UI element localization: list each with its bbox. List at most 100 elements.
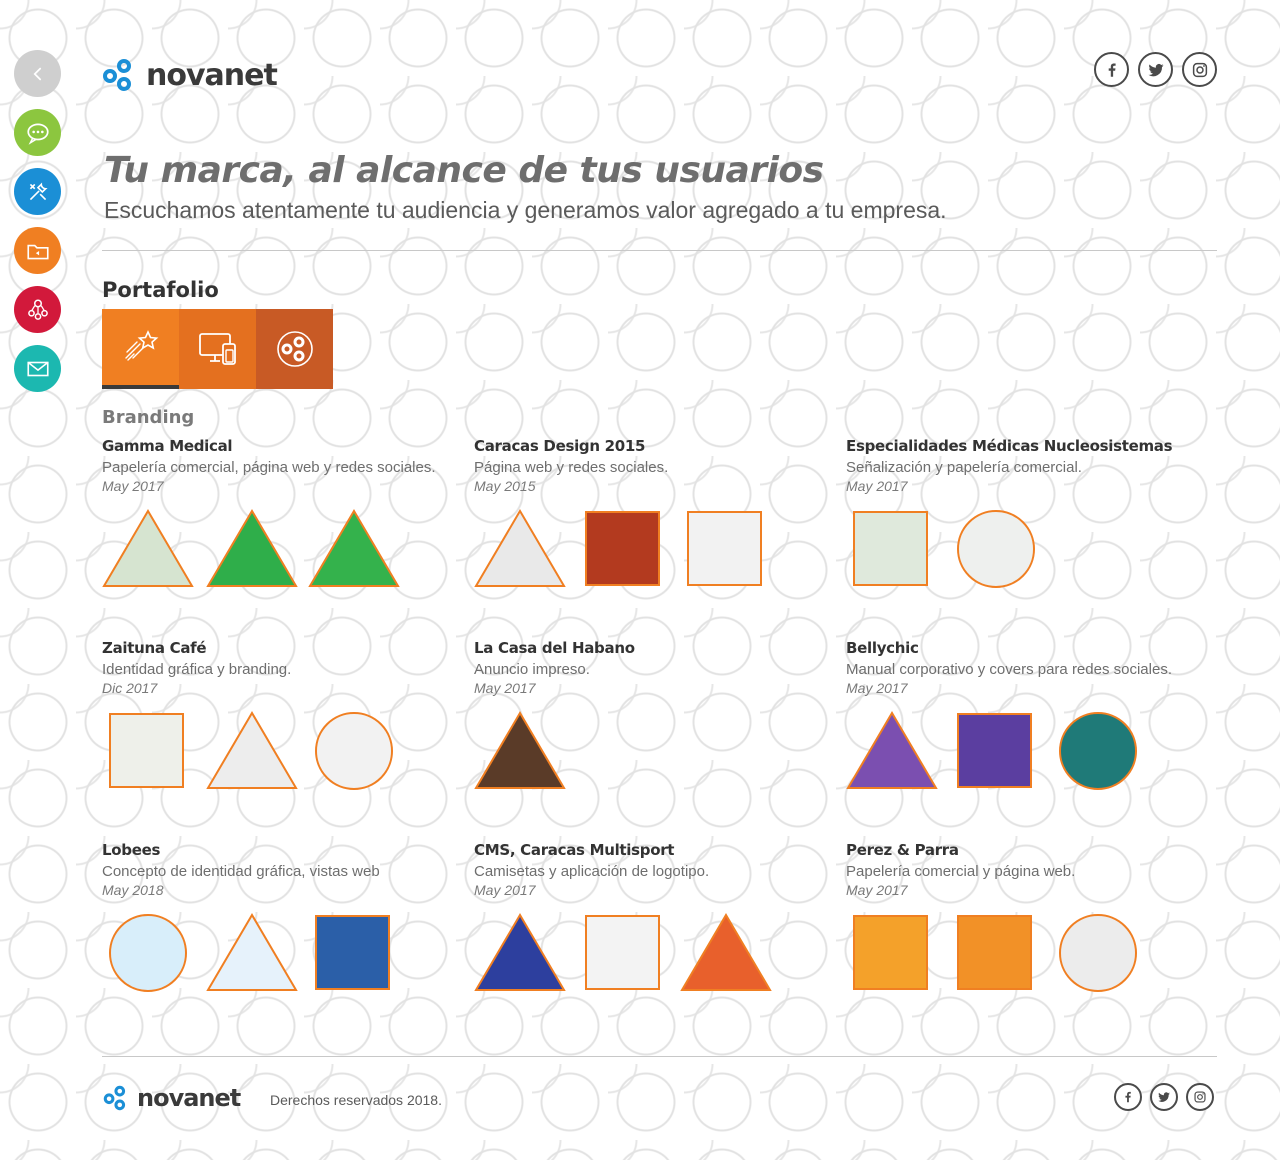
devices-icon (198, 333, 236, 365)
project-thumbnail[interactable] (950, 509, 1042, 589)
project-card: Gamma Medical Papelería comercial, página… (102, 437, 462, 587)
logo-text: novanet (146, 57, 278, 93)
project-thumbnail[interactable] (578, 509, 670, 589)
portfolio-button[interactable] (14, 227, 61, 274)
footer-instagram-button[interactable] (1186, 1083, 1214, 1111)
tab-branding[interactable] (102, 309, 179, 389)
project-date: May 2017 (102, 478, 164, 494)
project-thumbnail[interactable] (102, 913, 194, 993)
logo[interactable]: novanet (102, 54, 278, 96)
portfolio-tabs (102, 309, 333, 389)
project-thumbnail[interactable] (102, 711, 194, 791)
project-thumbnail[interactable] (206, 509, 298, 589)
project-description: Manual corporativo y covers para redes s… (846, 661, 1172, 678)
project-thumbnail[interactable] (308, 913, 400, 993)
social-links (1094, 52, 1217, 87)
project-description: Identidad gráfica y branding. (102, 661, 292, 678)
project-description: Señalización y papelería comercial. (846, 459, 1082, 476)
project-title[interactable]: La Casa del Habano (474, 639, 834, 657)
project-card: CMS, Caracas Multisport Camisetas y aplic… (474, 841, 834, 991)
tab-web[interactable] (179, 309, 256, 389)
project-title[interactable]: CMS, Caracas Multisport (474, 841, 834, 859)
chevron-left-icon (33, 67, 41, 80)
twitter-button[interactable] (1138, 52, 1173, 87)
project-thumbnail[interactable] (950, 913, 1042, 993)
project-description: Camisetas y aplicación de logotipo. (474, 863, 710, 880)
project-card: Zaituna Café Identidad gráfica y branding… (102, 639, 462, 790)
project-card: La Casa del Habano Anuncio impreso. May 20… (474, 639, 834, 789)
project-date: May 2018 (102, 882, 164, 898)
footer-logo[interactable]: novanet (103, 1082, 241, 1114)
project-thumbnail[interactable] (578, 913, 670, 993)
project-title[interactable]: Bellychic (846, 639, 1206, 657)
project-thumbnail[interactable] (680, 913, 772, 993)
project-date: Dic 2017 (102, 680, 158, 696)
project-title[interactable]: Caracas Design 2015 (474, 437, 834, 455)
project-title[interactable]: Especialidades Médicas Nucleosistemas (846, 437, 1206, 455)
project-title[interactable]: Perez & Parra (846, 841, 1206, 859)
contact-button[interactable] (14, 345, 61, 392)
project-card: Perez & Parra Papelería comercial y págin… (846, 841, 1206, 992)
footer-social-links (1114, 1083, 1214, 1111)
project-card: Caracas Design 2015 Página web y redes so… (474, 437, 834, 587)
project-description: Papelería comercial, página web y redes … (102, 459, 436, 476)
twitter-icon (1158, 1092, 1170, 1102)
tools-button[interactable] (14, 168, 61, 215)
project-description: Concepto de identidad gráfica, vistas we… (102, 863, 380, 880)
project-thumbnail[interactable] (308, 711, 400, 791)
header: novanet (102, 50, 1217, 98)
facebook-icon (1125, 1091, 1131, 1103)
project-date: May 2017 (846, 680, 908, 696)
project-thumbnail[interactable] (474, 711, 566, 791)
project-thumbnail[interactable] (206, 711, 298, 791)
tab-novanet[interactable] (256, 309, 333, 389)
team-icon (27, 298, 48, 320)
project-thumbnail[interactable] (206, 913, 298, 993)
novanet-circles-icon (276, 331, 313, 367)
project-title[interactable]: Gamma Medical (102, 437, 462, 455)
project-date: May 2017 (474, 882, 536, 898)
project-thumbnail[interactable] (474, 509, 566, 589)
project-thumbnail[interactable] (680, 509, 772, 589)
project-thumbnail[interactable] (846, 711, 938, 791)
team-button[interactable] (14, 286, 61, 333)
facebook-icon (1108, 62, 1116, 77)
project-description: Página web y redes sociales. (474, 459, 669, 476)
back-button[interactable] (14, 50, 61, 97)
category-branding: Branding (102, 407, 195, 428)
twitter-icon (1148, 63, 1163, 76)
project-title[interactable]: Lobees (102, 841, 462, 859)
project-thumbnail[interactable] (846, 509, 938, 589)
shooting-star-icon (124, 330, 158, 361)
project-card: Bellychic Manual corporativo y covers par… (846, 639, 1206, 790)
tools-icon (29, 181, 48, 200)
project-date: May 2017 (474, 680, 536, 696)
project-card: Especialidades Médicas Nucleosistemas Señ… (846, 437, 1206, 588)
project-thumbnail[interactable] (846, 913, 938, 993)
project-thumbnail[interactable] (102, 509, 194, 589)
project-thumbnail[interactable] (474, 913, 566, 993)
chat-button[interactable] (14, 109, 61, 156)
project-date: May 2017 (846, 882, 908, 898)
footer-twitter-button[interactable] (1150, 1083, 1178, 1111)
portfolio-title: Portafolio (102, 278, 219, 302)
project-thumbnail[interactable] (1052, 913, 1144, 993)
instagram-icon (1192, 62, 1207, 77)
mail-icon (26, 361, 49, 376)
copyright: Derechos reservados 2018. (270, 1092, 442, 1108)
hero-title: Tu marca, al alcance de tus usuarios (104, 150, 824, 191)
hero-subtitle: Escuchamos atentamente tu audiencia y ge… (104, 197, 947, 223)
project-description: Papelería comercial y página web. (846, 863, 1076, 880)
novanet-logo-icon (103, 59, 131, 91)
project-date: May 2017 (846, 478, 908, 494)
hero: Tu marca, al alcance de tus usuarios Esc… (104, 150, 1214, 224)
project-thumbnail[interactable] (1052, 711, 1144, 791)
novanet-logo-icon (103, 1085, 126, 1111)
project-thumbnail[interactable] (308, 509, 400, 589)
project-title[interactable]: Zaituna Café (102, 639, 462, 657)
instagram-button[interactable] (1182, 52, 1217, 87)
footer-facebook-button[interactable] (1114, 1083, 1142, 1111)
facebook-button[interactable] (1094, 52, 1129, 87)
project-description: Anuncio impreso. (474, 661, 590, 678)
project-thumbnail[interactable] (950, 711, 1042, 791)
